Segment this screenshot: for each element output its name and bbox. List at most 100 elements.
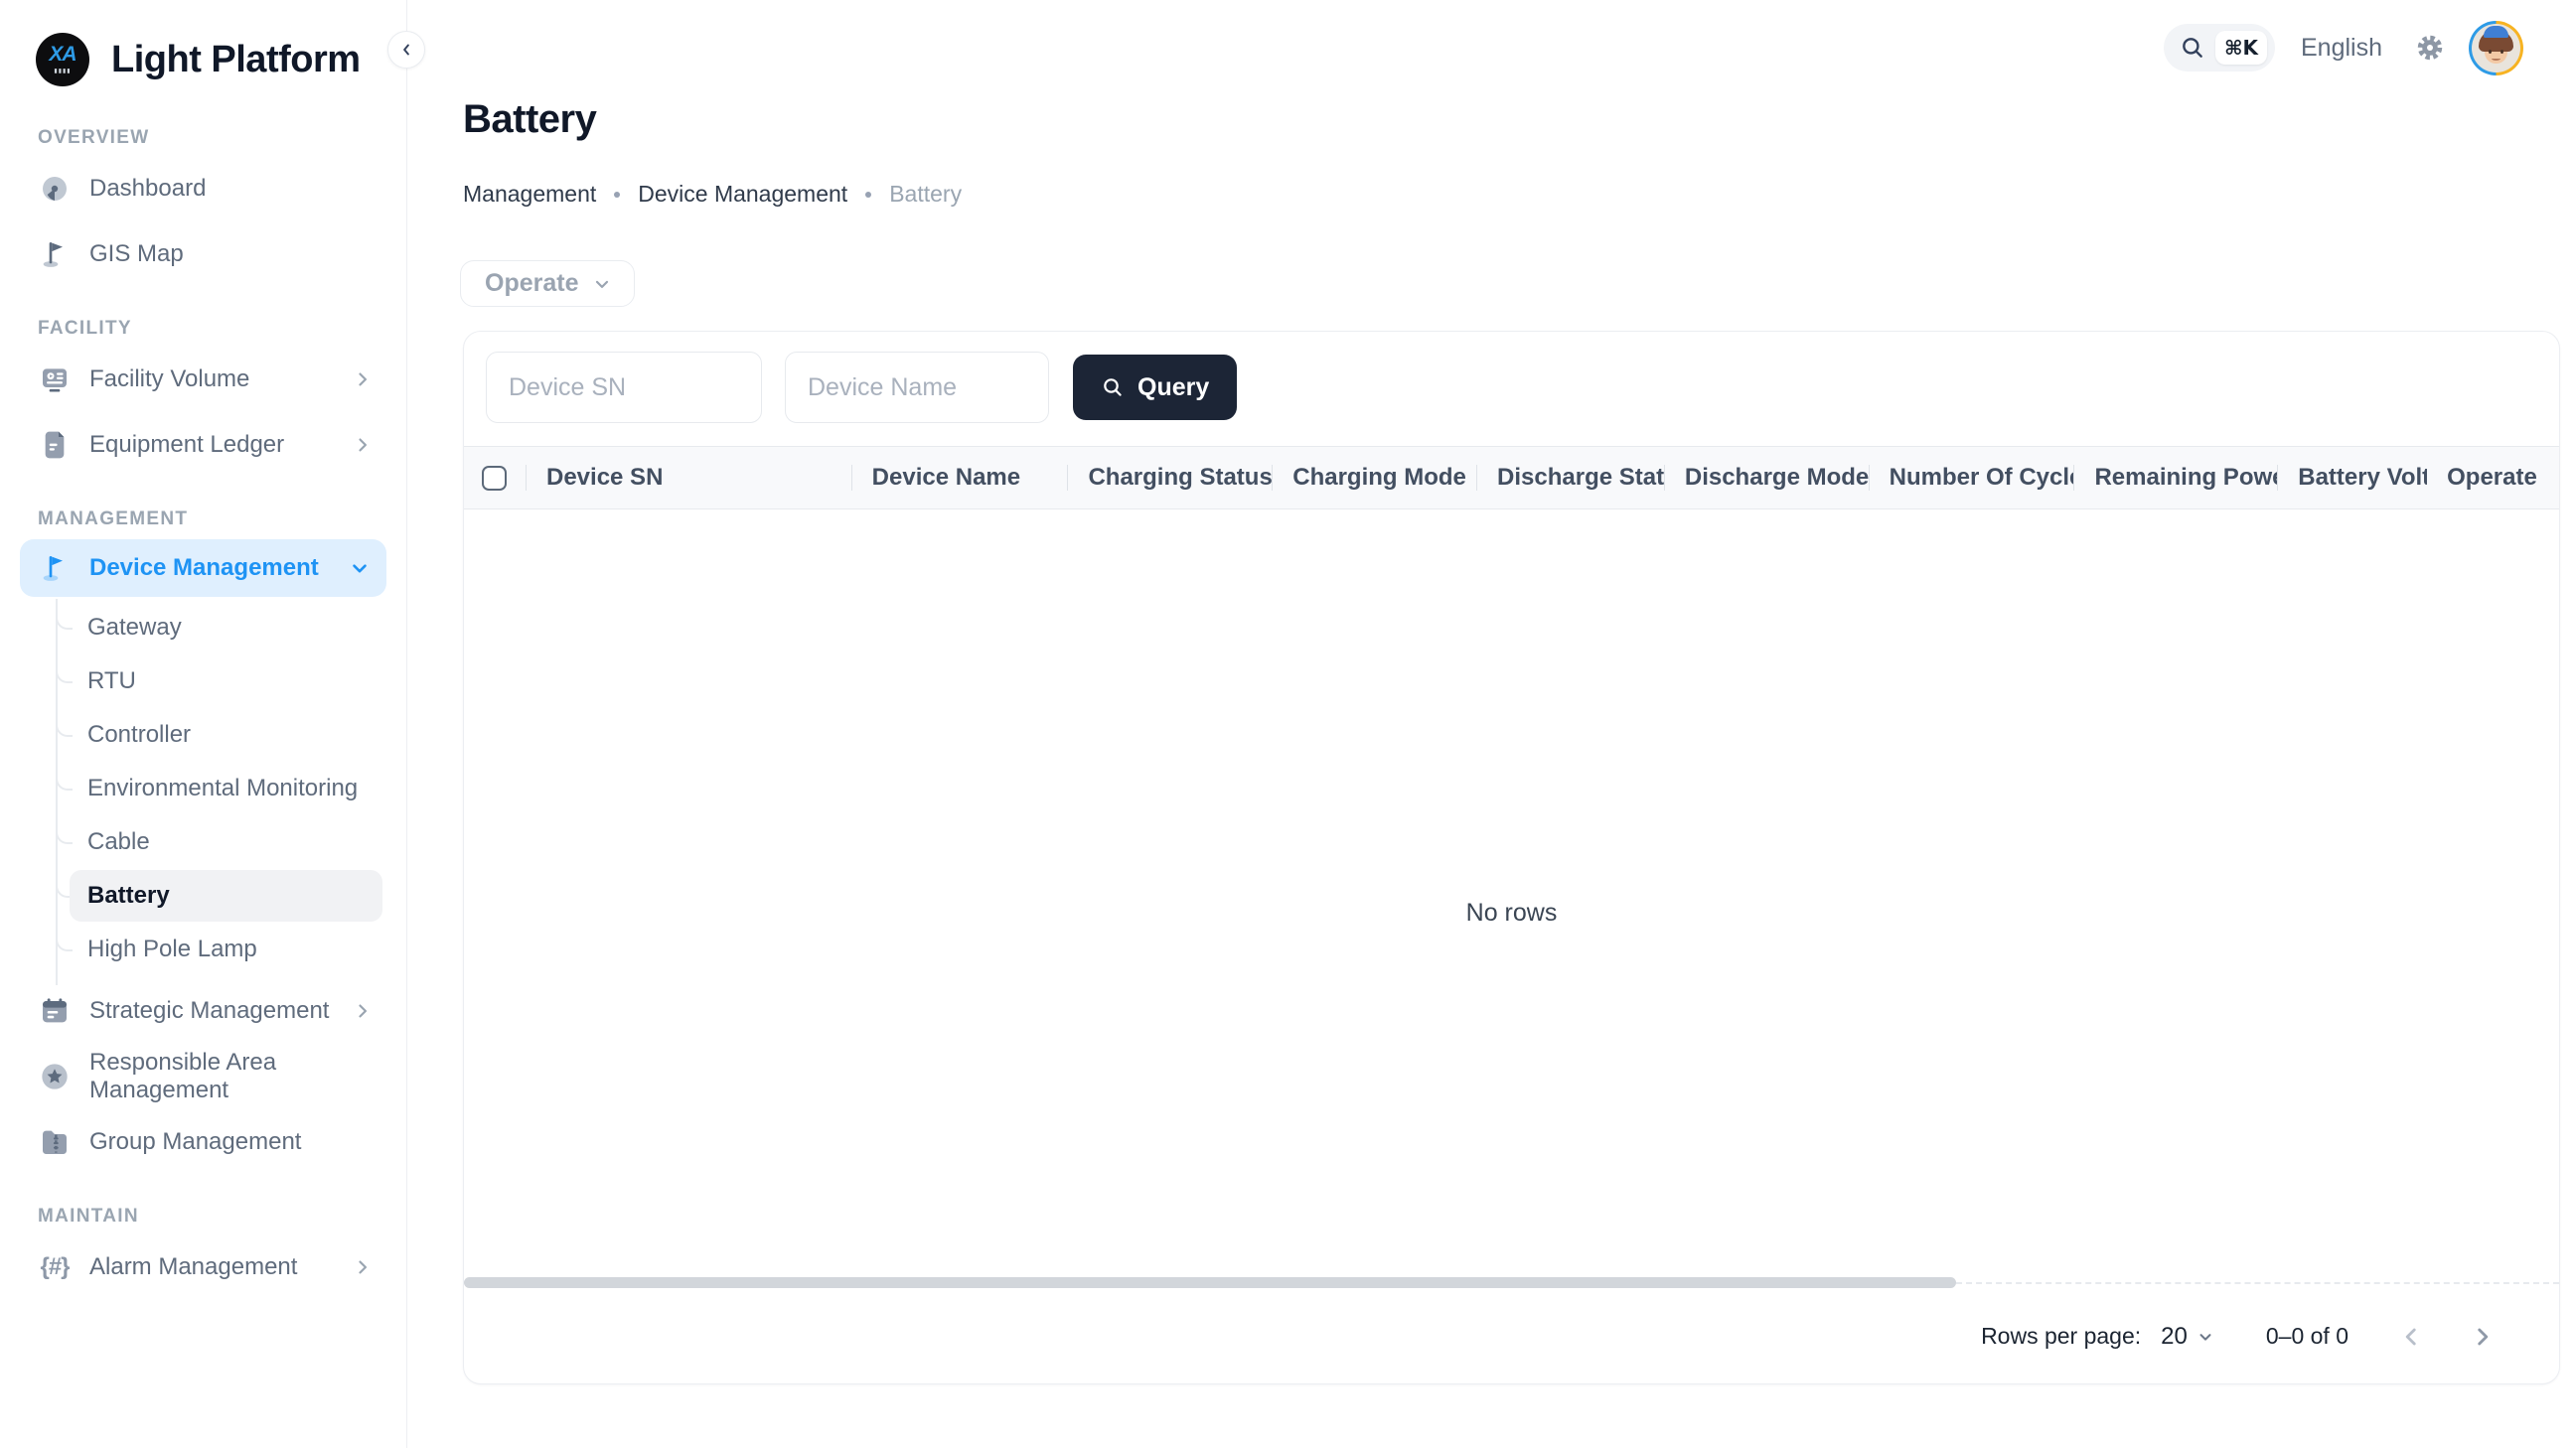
chevron-down-icon	[2197, 1328, 2214, 1346]
section-label-overview: OVERVIEW	[0, 127, 406, 149]
document-icon	[38, 428, 72, 462]
chevron-right-icon	[2470, 1324, 2496, 1350]
breadcrumb: Management Device Management Battery	[463, 181, 962, 208]
rows-per-page-label: Rows per page:	[1981, 1323, 2141, 1350]
select-all-checkbox[interactable]	[482, 466, 507, 491]
chevron-right-icon	[353, 435, 373, 455]
operate-dropdown-button[interactable]: Operate	[460, 260, 635, 307]
section-label-maintain: MAINTAIN	[0, 1206, 406, 1228]
sidebar-item-gis-map[interactable]: GIS Map	[0, 223, 406, 285]
app-title: Light Platform	[111, 39, 361, 81]
page-title: Battery	[463, 97, 596, 142]
sidebar-item-label: Group Management	[89, 1128, 406, 1156]
column-header-device-sn[interactable]: Device SN	[527, 447, 852, 508]
breadcrumb-item[interactable]: Device Management	[638, 181, 847, 208]
language-selector[interactable]: English	[2301, 34, 2382, 63]
column-header-discharge-mode[interactable]: Discharge Mode	[1665, 447, 1870, 508]
column-header-discharge-states[interactable]: Discharge States	[1477, 447, 1665, 508]
section-label-facility: FACILITY	[0, 318, 406, 340]
column-header-charging-mode[interactable]: Charging Mode	[1273, 447, 1477, 508]
sidebar-item-battery[interactable]: Battery	[0, 869, 406, 923]
sidebar-item-label: Responsible Area Management	[89, 1049, 406, 1104]
device-management-subtree: Gateway RTU Controller Environmental Mon…	[0, 601, 406, 976]
sidebar-item-cable[interactable]: Cable	[0, 815, 406, 869]
calendar-icon	[38, 994, 72, 1028]
table-body-empty: No rows	[464, 509, 2559, 1276]
chevron-down-icon	[349, 557, 371, 579]
gauge-icon	[38, 172, 72, 206]
scrollbar-thumb[interactable]	[464, 1277, 1956, 1288]
folder-icon	[38, 1125, 72, 1159]
search-icon	[2180, 35, 2205, 61]
pagination-nav	[2394, 1320, 2500, 1354]
breadcrumb-separator	[614, 192, 620, 198]
query-button[interactable]: Query	[1073, 355, 1237, 420]
column-header-charging-status[interactable]: Charging Status	[1068, 447, 1273, 508]
previous-page-button[interactable]	[2394, 1320, 2428, 1354]
pagination-bar: Rows per page: 20 0–0 of 0	[464, 1289, 2559, 1383]
hash-brackets-icon: {#}	[38, 1250, 72, 1284]
chevron-left-icon	[397, 41, 415, 59]
select-all-cell	[464, 447, 527, 508]
logo-row: XA ▮▮▮▮ Light Platform	[0, 0, 406, 94]
settings-button[interactable]	[2415, 33, 2445, 63]
sidebar-item-label: Facility Volume	[89, 365, 335, 393]
top-bar: ⌘K English	[407, 0, 2576, 95]
star-circle-icon	[38, 1060, 72, 1093]
column-header-operate[interactable]: Operate	[2427, 447, 2559, 508]
sidebar-item-device-management[interactable]: Device Management	[20, 539, 386, 597]
app-logo: XA ▮▮▮▮	[36, 33, 89, 86]
sidebar-item-label: Equipment Ledger	[89, 431, 335, 459]
scrollbar-track	[1956, 1282, 2559, 1284]
chevron-down-icon	[592, 274, 612, 294]
sidebar-item-rtu[interactable]: RTU	[0, 654, 406, 708]
column-header-remaining-power[interactable]: Remaining Power	[2074, 447, 2278, 508]
keyboard-shortcut-badge: ⌘K	[2215, 31, 2267, 65]
sidebar-item-high-pole-lamp[interactable]: High Pole Lamp	[0, 923, 406, 976]
section-label-management: MANAGEMENT	[0, 508, 406, 530]
search-button[interactable]: ⌘K	[2164, 24, 2275, 72]
battery-table-card: Query Device SN Device Name Charging Sta…	[463, 331, 2560, 1384]
next-page-button[interactable]	[2466, 1320, 2500, 1354]
device-sn-input[interactable]	[486, 352, 762, 423]
filter-row: Query	[464, 332, 2559, 446]
flag-icon	[38, 237, 72, 271]
sidebar-item-equipment-ledger[interactable]: Equipment Ledger	[0, 414, 406, 476]
sidebar-collapse-button[interactable]	[387, 31, 425, 69]
sidebar-item-facility-volume[interactable]: Facility Volume	[0, 349, 406, 410]
breadcrumb-item-current: Battery	[889, 181, 962, 208]
empty-state-message: No rows	[1466, 899, 1558, 928]
column-header-device-name[interactable]: Device Name	[852, 447, 1069, 508]
sidebar-item-controller[interactable]: Controller	[0, 708, 406, 762]
sidebar-item-label: Strategic Management	[89, 997, 335, 1025]
avatar-image	[2472, 24, 2520, 72]
sidebar-item-dashboard[interactable]: Dashboard	[0, 158, 406, 219]
column-header-battery-voltage[interactable]: Battery Voltage	[2278, 447, 2427, 508]
chevron-right-icon	[353, 1257, 373, 1277]
sidebar-item-label: Device Management	[89, 554, 331, 582]
sidebar-item-alarm-management[interactable]: {#} Alarm Management	[0, 1236, 406, 1298]
column-header-number-of-cycles[interactable]: Number Of Cycles	[1870, 447, 2075, 508]
avatar[interactable]	[2469, 21, 2523, 75]
chevron-right-icon	[353, 1001, 373, 1021]
sidebar-item-responsible-area-management[interactable]: Responsible Area Management	[0, 1046, 406, 1107]
sidebar-item-strategic-management[interactable]: Strategic Management	[0, 980, 406, 1042]
sidebar-item-label: Dashboard	[89, 175, 406, 203]
pagination-range: 0–0 of 0	[2266, 1323, 2349, 1350]
sidebar-item-label: Alarm Management	[89, 1253, 335, 1281]
sidebar-item-label: GIS Map	[89, 240, 406, 268]
rows-per-page-select[interactable]: 20	[2161, 1323, 2214, 1351]
monitor-icon	[38, 362, 72, 396]
chevron-right-icon	[353, 369, 373, 389]
sidebar-item-gateway[interactable]: Gateway	[0, 601, 406, 654]
breadcrumb-item[interactable]: Management	[463, 181, 596, 208]
sidebar: XA ▮▮▮▮ Light Platform OVERVIEW Dashboar…	[0, 0, 407, 1448]
search-icon	[1101, 375, 1125, 399]
sidebar-item-environmental-monitoring[interactable]: Environmental Monitoring	[0, 762, 406, 815]
device-name-input[interactable]	[785, 352, 1049, 423]
sidebar-item-group-management[interactable]: Group Management	[0, 1111, 406, 1173]
table-header-row: Device SN Device Name Charging Status Ch…	[464, 446, 2559, 509]
chevron-left-icon	[2398, 1324, 2424, 1350]
flag-icon	[38, 551, 72, 585]
gear-icon	[2415, 33, 2445, 63]
